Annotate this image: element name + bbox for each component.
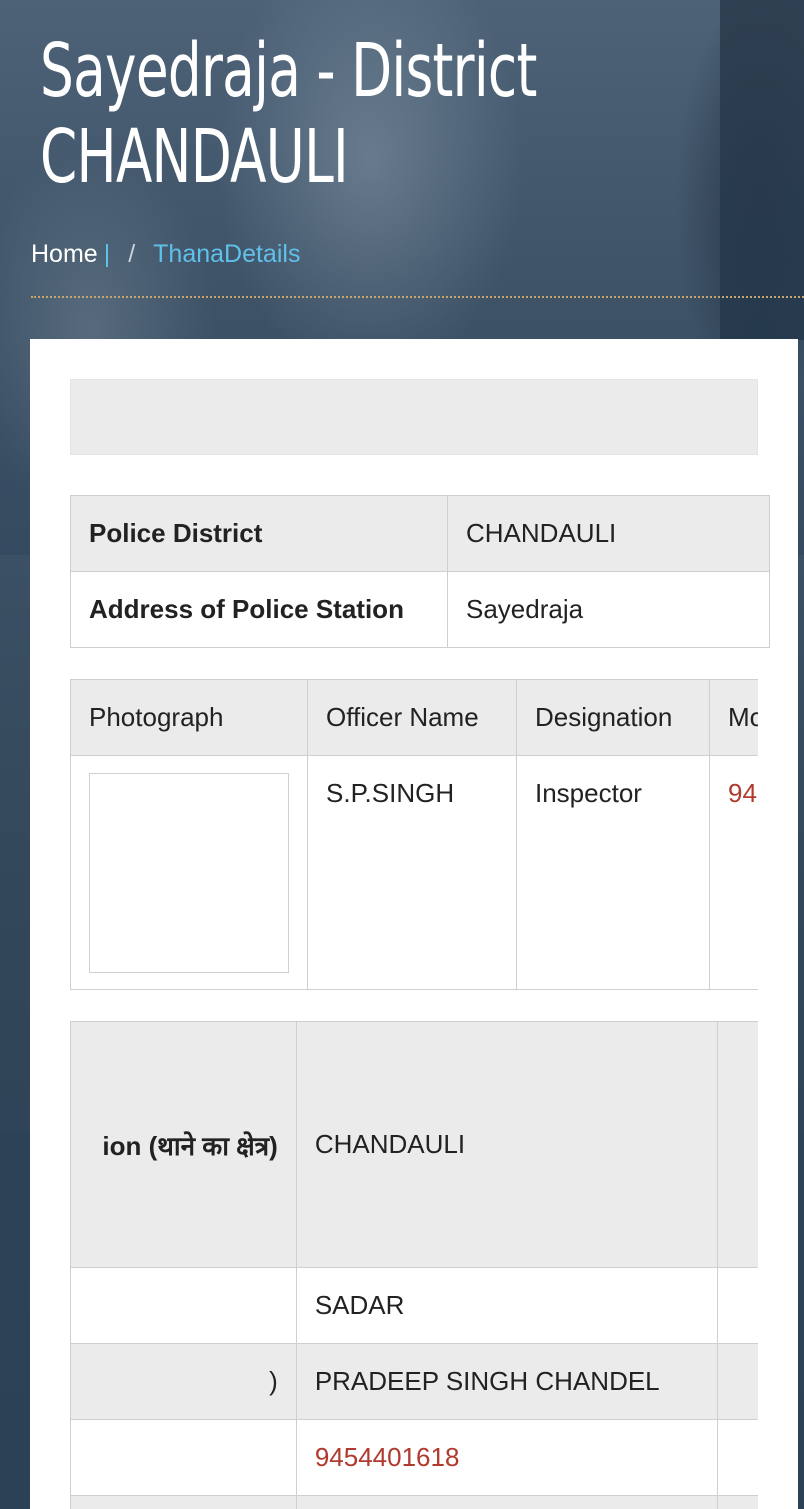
table-row	[70, 1495, 758, 1509]
circle-extra-cell	[717, 1343, 758, 1420]
officer-name: S.P.SINGH	[307, 755, 517, 990]
circle-label	[70, 1267, 297, 1344]
col-header-officer-name: Officer Name	[307, 679, 517, 756]
table-row: ) PRADEEP SINGH CHANDEL	[70, 1343, 758, 1420]
circle-value: SADAR	[295, 1267, 719, 1344]
breadcrumb: Home | / ThanaDetails	[31, 240, 300, 269]
officer-photo	[89, 773, 289, 973]
page-title-line1: Sayedraja - District	[40, 28, 537, 114]
circle-value: CHANDAULI	[295, 1021, 719, 1268]
circle-extra-cell	[717, 1021, 758, 1268]
hero-background-stripe	[720, 0, 804, 340]
page-title: Sayedraja - District CHANDAULI	[40, 28, 544, 200]
circle-label-text: ion (थाने का क्षेत्र)	[102, 1130, 278, 1161]
officer-photo-cell	[70, 755, 308, 990]
station-info-table: Police District CHANDAULI Address of Pol…	[70, 495, 770, 648]
circle-table-scroll[interactable]: ion (थाने का क्षेत्र) CHANDAULI SADAR ) …	[70, 1021, 758, 1509]
circle-label: )	[70, 1343, 297, 1420]
col-header-designation: Designation	[516, 679, 710, 756]
circle-label-text: )	[269, 1366, 278, 1396]
table-row: S.P.SINGH Inspector 94	[70, 755, 758, 990]
circle-value: PRADEEP SINGH CHANDEL	[295, 1343, 719, 1420]
circle-value	[295, 1495, 719, 1509]
officer-table-scroll[interactable]: Photograph Officer Name Designation Mo S…	[70, 679, 758, 991]
table-row: Address of Police Station Sayedraja	[70, 571, 770, 648]
circle-label: ion (थाने का क्षेत्र)	[70, 1021, 297, 1268]
circle-extra-cell	[717, 1495, 758, 1509]
breadcrumb-home-link[interactable]: Home	[31, 240, 98, 269]
info-value: CHANDAULI	[447, 495, 770, 572]
info-label: Police District	[70, 495, 448, 572]
info-value: Sayedraja	[447, 571, 770, 648]
circle-phone-link[interactable]: 9454401618	[295, 1419, 719, 1496]
circle-table: ion (थाने का क्षेत्र) CHANDAULI SADAR ) …	[70, 1021, 758, 1509]
circle-label	[70, 1419, 297, 1496]
col-header-photograph: Photograph	[70, 679, 308, 756]
table-row: 9454401618	[70, 1419, 758, 1496]
table-row: Police District CHANDAULI	[70, 495, 770, 572]
content-card: Police District CHANDAULI Address of Pol…	[30, 339, 798, 1509]
table-header-row: Photograph Officer Name Designation Mo	[70, 679, 758, 756]
table-row: SADAR	[70, 1267, 758, 1344]
breadcrumb-current: ThanaDetails	[153, 240, 301, 268]
header-divider	[31, 296, 804, 298]
breadcrumb-bar-separator: |	[103, 240, 111, 268]
table-row: ion (थाने का क्षेत्र) CHANDAULI	[70, 1021, 758, 1268]
station-banner	[70, 379, 758, 455]
officer-mobile-link[interactable]: 94	[709, 755, 758, 990]
breadcrumb-slash-separator: /	[128, 240, 136, 268]
circle-extra-cell	[717, 1267, 758, 1344]
col-header-mobile: Mo	[709, 679, 758, 756]
circle-extra-cell	[717, 1419, 758, 1496]
officer-designation: Inspector	[516, 755, 710, 990]
officer-table: Photograph Officer Name Designation Mo S…	[70, 679, 758, 990]
page-title-line2: CHANDAULI	[40, 114, 349, 200]
circle-label	[70, 1495, 297, 1509]
info-label: Address of Police Station	[70, 571, 448, 648]
